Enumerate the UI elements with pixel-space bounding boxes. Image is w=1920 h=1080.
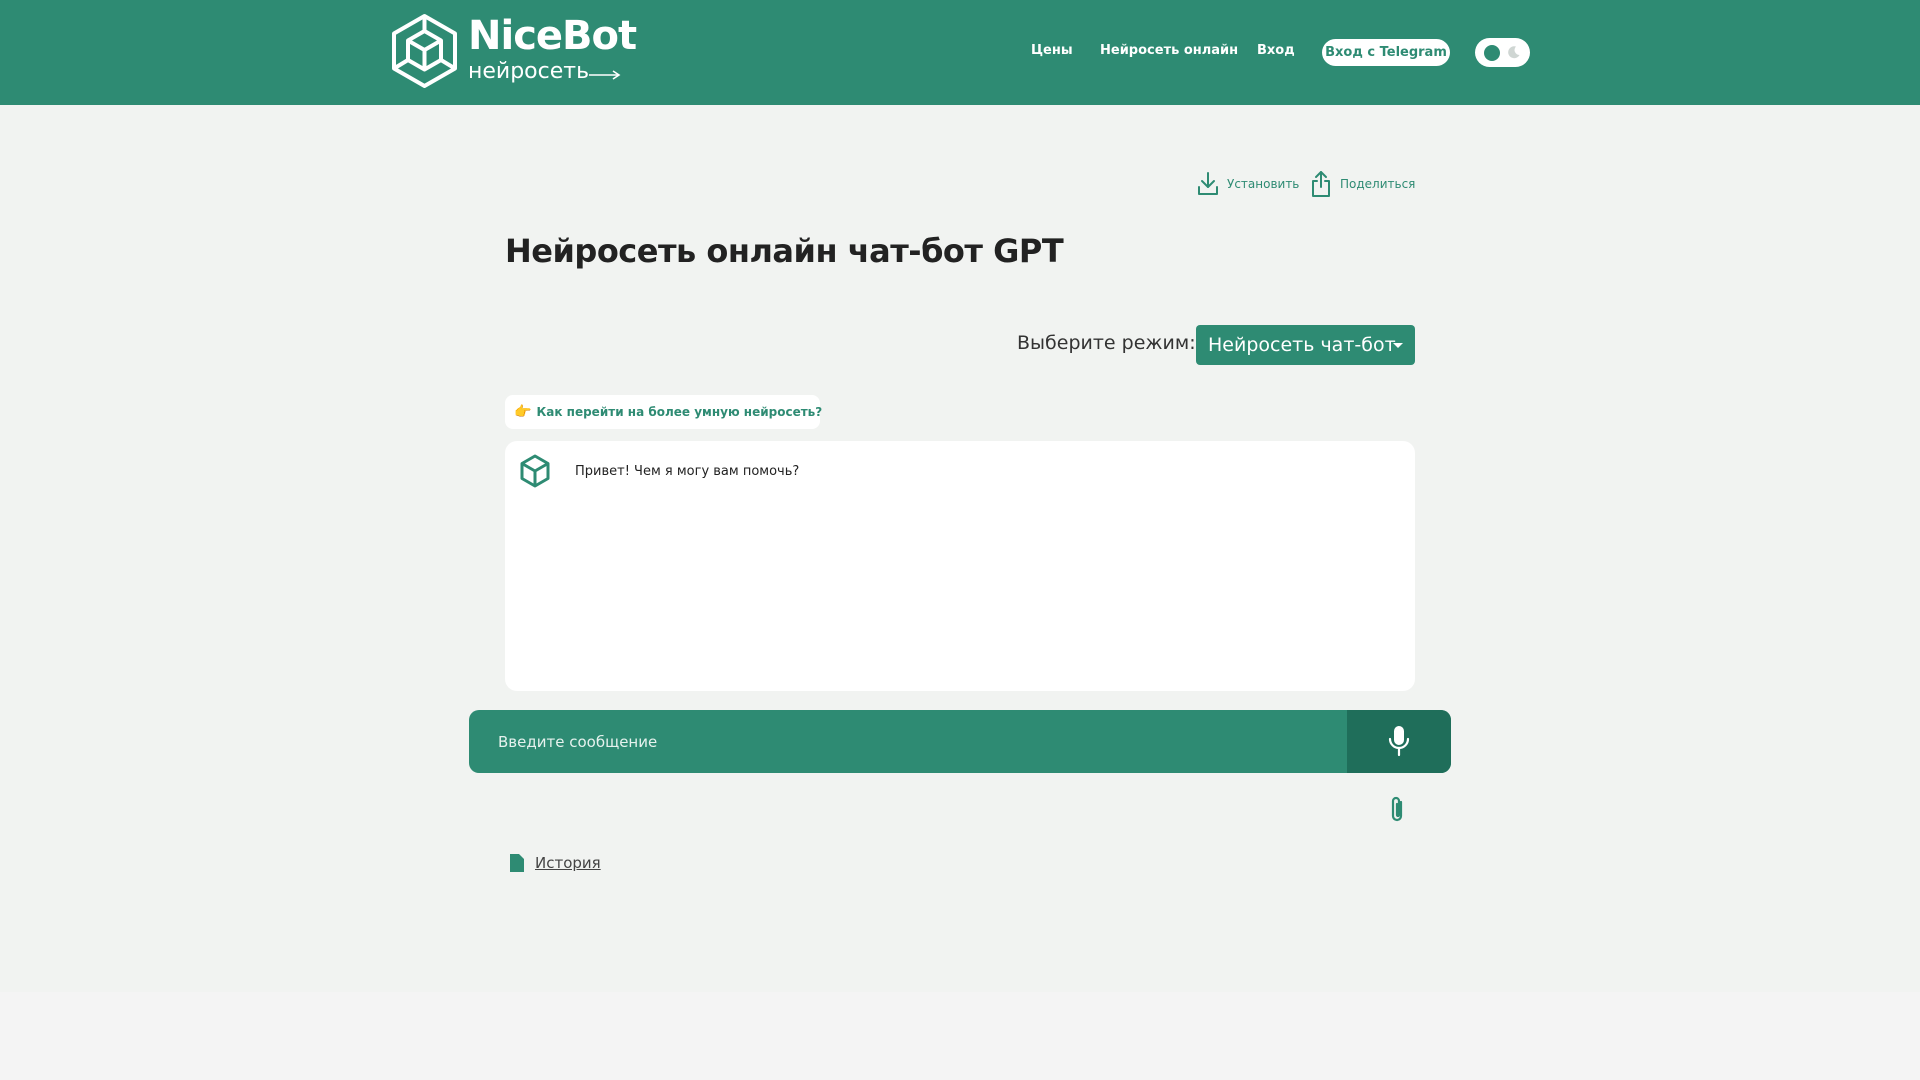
pointing-hand-icon: 👉	[514, 404, 532, 420]
page-title: Нейросеть онлайн чат-бот GPT	[505, 232, 1064, 270]
nav-prices[interactable]: Цены	[1031, 43, 1073, 58]
message-input[interactable]	[469, 710, 1347, 773]
share-icon	[1312, 171, 1330, 197]
bot-message: Привет! Чем я могу вам помочь?	[575, 464, 800, 479]
mode-selected-value: Нейросеть чат-бот	[1208, 334, 1396, 356]
upgrade-hint-link[interactable]: 👉 Как перейти на более умную нейросеть?	[505, 395, 823, 429]
voice-input-button[interactable]	[1347, 710, 1451, 773]
bot-cube-icon	[520, 454, 550, 488]
upgrade-hint-text: Как перейти на более умную нейросеть?	[536, 405, 823, 419]
paperclip-icon[interactable]	[1386, 795, 1410, 825]
share-label: Поделиться	[1340, 177, 1416, 191]
download-icon	[1198, 172, 1218, 195]
site-header: NiceBot нейросеть Цены Нейросеть онлайн …	[0, 0, 1920, 105]
toggle-knob	[1484, 45, 1500, 61]
cube-logo-icon	[392, 14, 457, 88]
message-input-bar	[469, 710, 1451, 773]
caret-down-icon	[1393, 343, 1403, 348]
logo-title: NiceBot	[468, 13, 637, 59]
moon-icon	[1508, 46, 1520, 59]
install-link[interactable]: Установить	[1197, 171, 1299, 197]
arrow-right-icon	[589, 70, 621, 80]
history-label: История	[535, 854, 601, 872]
nav-neural-online[interactable]: Нейросеть онлайн	[1100, 43, 1238, 58]
share-link[interactable]: Поделиться	[1310, 171, 1415, 197]
install-label: Установить	[1227, 177, 1300, 191]
logo-subtitle: нейросеть	[468, 59, 590, 84]
mode-label: Выберите режим:	[1017, 332, 1196, 354]
telegram-login-button[interactable]: Вход с Telegram	[1322, 39, 1450, 66]
nav-login[interactable]: Вход	[1257, 43, 1295, 58]
nicebot-logo[interactable]: NiceBot нейросеть	[391, 13, 637, 91]
mode-select[interactable]: Нейросеть чат-бот	[1196, 325, 1415, 365]
microphone-icon	[1388, 726, 1410, 757]
chat-window: Привет! Чем я могу вам помочь?	[505, 441, 1415, 691]
theme-toggle[interactable]	[1475, 38, 1530, 67]
history-link[interactable]: История	[508, 853, 601, 873]
document-icon	[510, 854, 524, 872]
